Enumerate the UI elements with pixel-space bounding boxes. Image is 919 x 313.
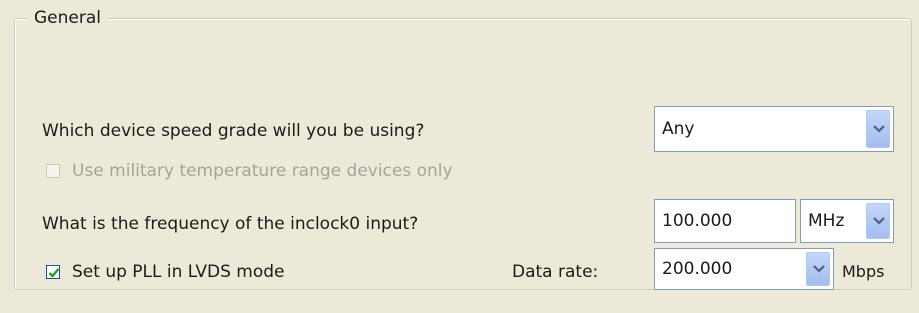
inclock-unit-value: MHz bbox=[808, 211, 845, 231]
chevron-down-icon bbox=[873, 217, 885, 225]
pll-lvds-checkbox[interactable] bbox=[46, 265, 60, 279]
chevron-down-icon bbox=[873, 125, 885, 133]
inclock-frequency-input[interactable]: 100.000 bbox=[654, 199, 796, 243]
inclock-unit-dropdown-button[interactable] bbox=[866, 203, 890, 239]
inclock-frequency-label: What is the frequency of the inclock0 in… bbox=[42, 214, 419, 234]
data-rate-value: 200.000 bbox=[662, 259, 733, 279]
checkmark-icon bbox=[48, 268, 60, 278]
group-title: General bbox=[28, 4, 107, 32]
speed-grade-dropdown-button[interactable] bbox=[866, 110, 890, 148]
military-checkbox-label: Use military temperature range devices o… bbox=[72, 161, 453, 181]
data-rate-label: Data rate: bbox=[512, 262, 599, 282]
data-rate-dropdown-button[interactable] bbox=[806, 252, 830, 286]
inclock-frequency-value: 100.000 bbox=[662, 211, 733, 231]
data-rate-select[interactable]: 200.000 bbox=[654, 248, 834, 290]
military-checkbox[interactable] bbox=[46, 164, 60, 178]
data-rate-unit: Mbps bbox=[842, 262, 885, 281]
speed-grade-label: Which device speed grade will you be usi… bbox=[42, 121, 425, 141]
speed-grade-value: Any bbox=[662, 119, 695, 139]
chevron-down-icon bbox=[813, 265, 825, 273]
inclock-unit-select[interactable]: MHz bbox=[800, 199, 894, 243]
speed-grade-select[interactable]: Any bbox=[654, 106, 894, 152]
pll-lvds-label: Set up PLL in LVDS mode bbox=[72, 262, 285, 282]
